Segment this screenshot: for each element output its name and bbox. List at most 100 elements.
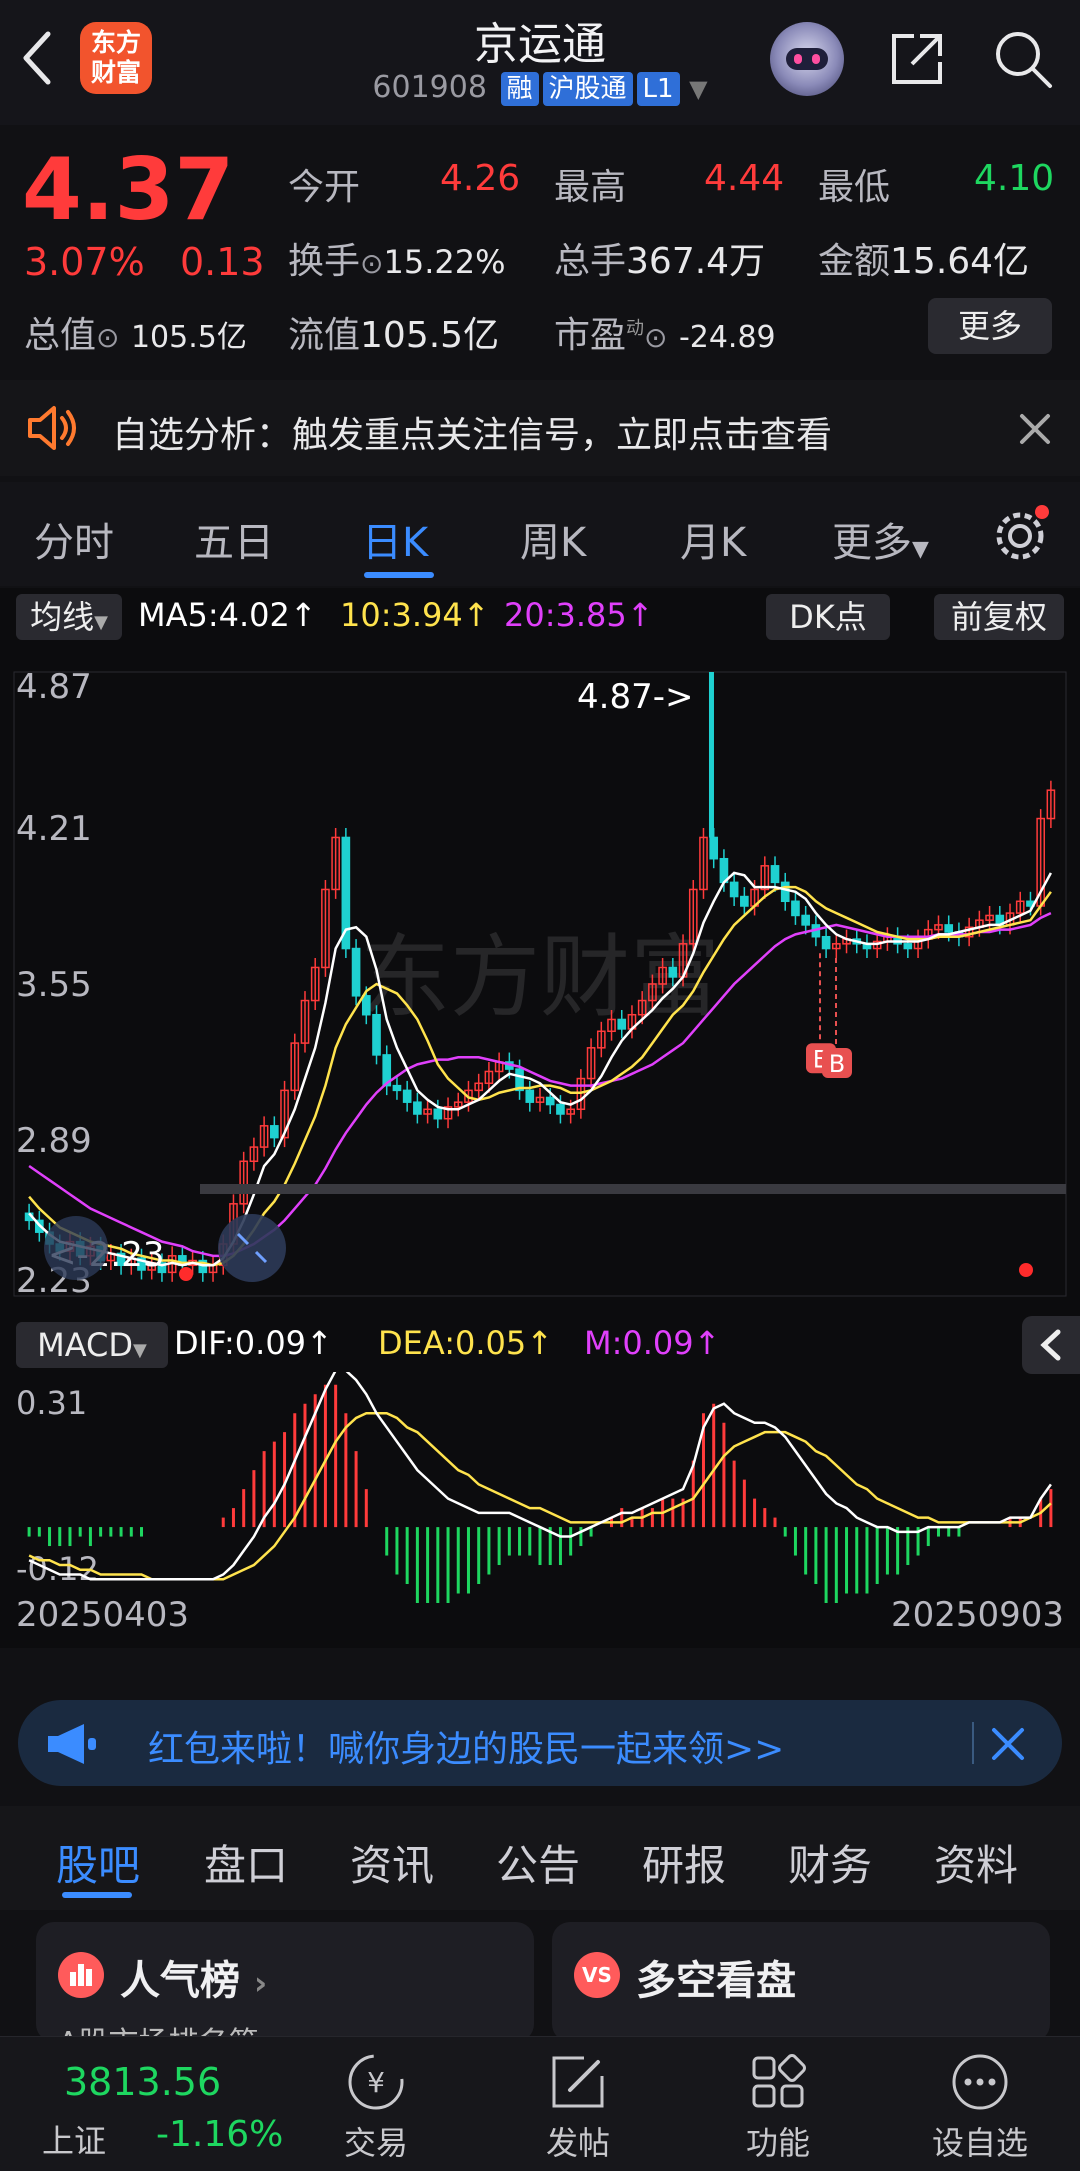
macd-chart[interactable]: 0.31-0.1220250403 20250903: [0, 1372, 1080, 1642]
candle-down: [944, 924, 954, 933]
x-start-date: 20250403: [16, 1595, 189, 1635]
low-label: 最低: [818, 167, 891, 208]
dropdown-arrow-icon: ▼: [912, 537, 929, 562]
dk-point-button[interactable]: DK点: [766, 594, 890, 640]
search-icon[interactable]: [990, 26, 1056, 92]
dif-readout: DIF:0.09↑: [174, 1324, 333, 1362]
pe-label: 市盈: [554, 315, 627, 356]
y-tick-label: 2.89: [16, 1121, 92, 1161]
long-short-title: 多空看盘: [636, 1958, 796, 2004]
candle-down: [545, 1096, 555, 1106]
info-icon[interactable]: ⊙: [360, 247, 383, 280]
pe-dynamic-mark: 动: [626, 318, 645, 339]
info-icon[interactable]: ⊙: [96, 321, 119, 354]
tab-monthly-k[interactable]: 月K: [680, 510, 746, 568]
ma20-readout: 20:3.85↑: [504, 596, 654, 634]
volume-value: 367.4万: [626, 241, 766, 282]
market-cap: 总值⊙ 105.5亿: [24, 306, 247, 358]
change-percent: 3.07%: [24, 240, 145, 284]
tab-more[interactable]: 更多▼: [832, 510, 929, 568]
candle-down: [729, 881, 739, 898]
popularity-title-text: 人气榜: [120, 1958, 240, 2004]
tab-finance[interactable]: 财务: [788, 1832, 872, 1893]
assistant-robot-icon[interactable]: [770, 22, 844, 96]
tab-daily-k[interactable]: 日K: [362, 510, 428, 568]
double-arrow-button: [44, 1216, 108, 1280]
volume-stat: 总手367.4万: [554, 232, 765, 284]
m-readout: M:0.09↑: [584, 1324, 721, 1362]
compose-icon[interactable]: [546, 2050, 610, 2114]
x-end-date: 20250903: [891, 1595, 1064, 1635]
macd-selector-label: MACD: [37, 1326, 134, 1364]
more-dots-icon[interactable]: [948, 2050, 1012, 2114]
index-name: 上证: [42, 2122, 107, 2160]
candle-down: [780, 881, 790, 903]
turnover-label: 换手: [288, 241, 361, 282]
ma10-readout: 10:3.94↑: [340, 596, 490, 634]
nav-post[interactable]: 发帖: [518, 2118, 638, 2164]
candle-down: [801, 914, 810, 926]
index-value[interactable]: 3813.56: [64, 2060, 221, 2104]
tab-research[interactable]: 研报: [642, 1832, 726, 1893]
dropdown-arrow-icon[interactable]: ▼: [689, 75, 707, 103]
high-stat: 最高: [554, 158, 626, 210]
tab-intraday[interactable]: 分时: [34, 510, 114, 568]
float-value: 105.5亿: [360, 315, 500, 356]
macd-selector-button[interactable]: MACD▼: [16, 1322, 168, 1368]
trade-icon[interactable]: ¥: [344, 2050, 408, 2114]
more-button[interactable]: 更多: [928, 298, 1052, 354]
low-stat: 最低: [818, 158, 890, 210]
candle-down: [372, 1013, 381, 1056]
popularity-card[interactable]: 人气榜 › A股市场排名第: [36, 1922, 534, 2061]
active-tab-indicator: [364, 572, 434, 578]
nav-trade[interactable]: 交易: [316, 2118, 436, 2164]
long-short-card[interactable]: VS 多空看盘: [552, 1922, 1050, 2042]
price-adjust-button[interactable]: 前复权: [934, 594, 1064, 640]
nav-functions[interactable]: 功能: [718, 2118, 838, 2164]
y-tick-label: 4.87: [16, 667, 92, 707]
ma-selector-button[interactable]: 均线▼: [16, 594, 122, 640]
pe-value: -24.89: [678, 320, 776, 355]
tab-news[interactable]: 资讯: [350, 1832, 434, 1893]
tab-orderbook[interactable]: 盘口: [204, 1832, 288, 1893]
tag-level: L1: [636, 72, 680, 106]
candle-down: [433, 1108, 443, 1120]
candle-down: [525, 1089, 535, 1103]
nav-add-watchlist[interactable]: 设自选: [920, 2118, 1040, 2164]
tab-forum[interactable]: 股吧: [56, 1832, 140, 1893]
expand-button: [218, 1214, 286, 1282]
open-stat: 今开: [288, 158, 360, 210]
float-label: 流值: [288, 315, 361, 356]
change-amount: 0.13: [180, 240, 265, 284]
float-stat: 流值105.5亿: [288, 306, 499, 358]
close-icon[interactable]: [990, 1726, 1026, 1762]
megaphone-icon: [48, 1724, 96, 1764]
tag-margin: 融: [500, 72, 539, 106]
tab-five-day[interactable]: 五日: [194, 510, 274, 568]
notice-text[interactable]: 自选分析：触发重点关注信号，立即点击查看: [112, 406, 832, 458]
grid-icon[interactable]: [746, 2050, 810, 2114]
amount-value: 15.64亿: [890, 241, 1030, 282]
y-tick-label: 3.55: [16, 965, 92, 1005]
tab-weekly-k[interactable]: 周K: [520, 510, 586, 568]
tab-more-label: 更多: [832, 520, 912, 566]
candlestick-chart[interactable]: 东方财富4.874.213.552.892.234.87-><-2.23BB: [0, 648, 1080, 1318]
ma5-readout: MA5:4.02↑: [138, 596, 317, 634]
collapse-panel-button[interactable]: [1022, 1316, 1080, 1374]
candle-down: [617, 1018, 627, 1030]
volume-label: 总手: [554, 241, 627, 282]
candle-down: [270, 1125, 279, 1139]
tab-profile[interactable]: 资料: [934, 1832, 1018, 1893]
gear-icon[interactable]: [990, 504, 1050, 564]
close-icon[interactable]: [1018, 412, 1052, 446]
tab-announcements[interactable]: 公告: [496, 1832, 580, 1893]
dropdown-arrow-icon: ▼: [133, 1340, 147, 1361]
amount-stat: 金额15.64亿: [818, 232, 1029, 284]
ma5-value: MA5:4.02: [138, 596, 290, 634]
buy-signal-label: B: [829, 1050, 845, 1078]
signal-dot: [1019, 1263, 1033, 1277]
amount-label: 金额: [818, 241, 891, 282]
banner-text[interactable]: 红包来啦！喊你身边的股民一起来领>>: [148, 1720, 784, 1772]
info-icon[interactable]: ⊙: [644, 321, 667, 354]
share-icon[interactable]: [884, 26, 950, 92]
